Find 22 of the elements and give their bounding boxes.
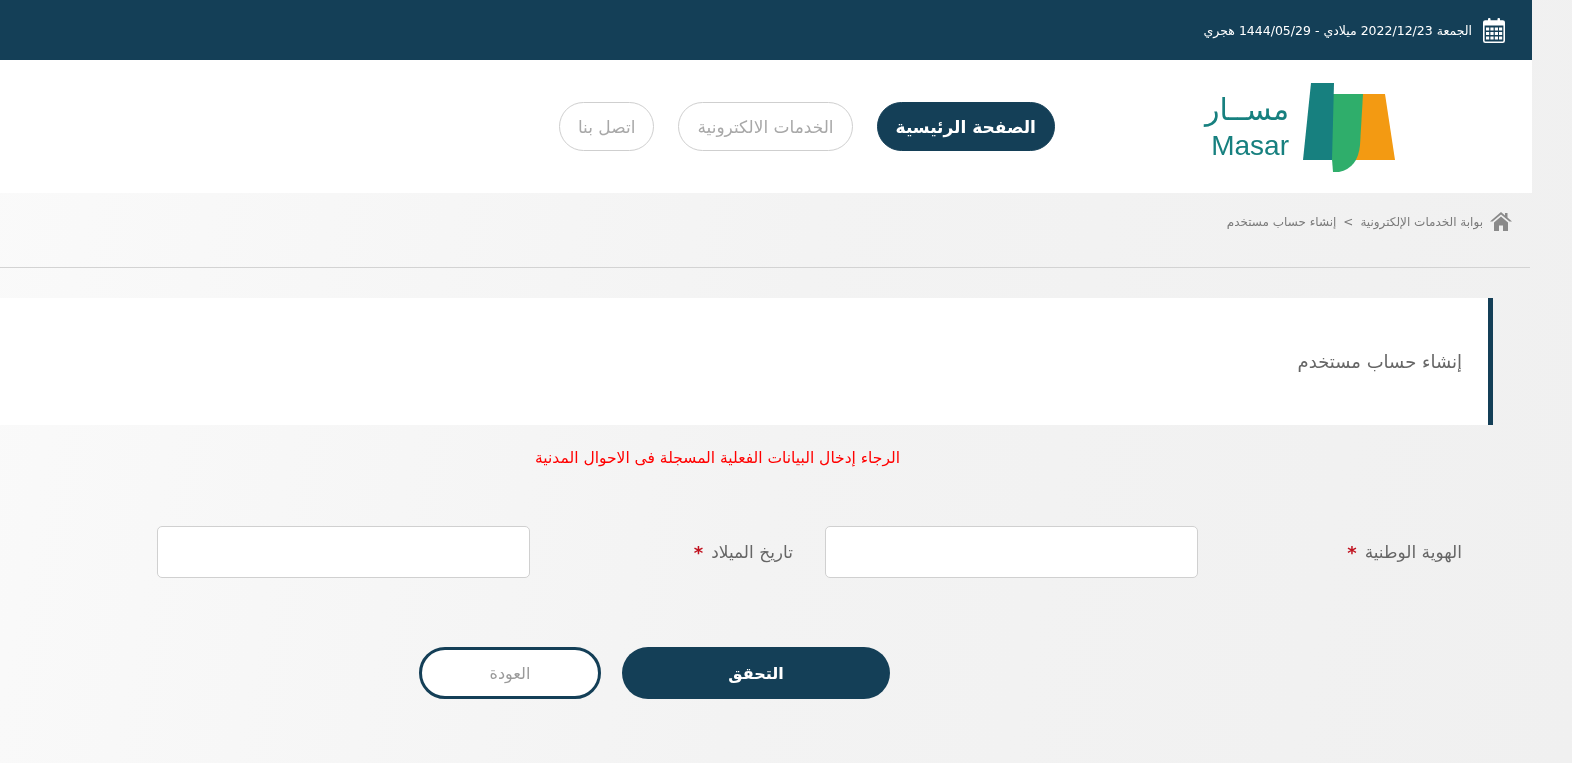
notice-text: الرجاء إدخال البيانات الفعلية المسجلة فى الاحوال المدنية (535, 449, 900, 467)
logo-latin-text: Masar (1211, 128, 1289, 163)
field-label: تاريخ الميلاد (711, 542, 793, 562)
page-title: إنشاء حساب مستخدم (1297, 351, 1462, 372)
logo-icon (1303, 82, 1395, 173)
home-icon[interactable] (1490, 212, 1512, 231)
input-field[interactable] (157, 526, 530, 578)
logo-arabic-text: مســار (1204, 90, 1289, 129)
calendar-icon (1483, 17, 1505, 43)
back-button[interactable]: العودة (419, 647, 601, 699)
input-field[interactable] (825, 526, 1198, 578)
breadcrumb-current: إنشاء حساب مستخدم (1226, 214, 1337, 229)
nav-tab[interactable]: الخدمات الالكترونية (678, 102, 853, 151)
nav-tab[interactable]: الصفحة الرئيسية (876, 102, 1055, 151)
required-mark: * (693, 541, 704, 563)
submit-button[interactable]: التحقق (622, 647, 890, 699)
breadcrumb-link[interactable]: بوابة الخدمات الإلكترونية (1360, 214, 1483, 229)
nav-tab[interactable]: اتصل بنا (558, 102, 655, 151)
date-text: الجمعة 2022/12/23 ميلادي - 1444/05/29 هجري (1203, 22, 1472, 38)
breadcrumb-separator: > (1343, 214, 1354, 229)
required-mark: * (1347, 541, 1357, 563)
field-label: الهوية الوطنية (1364, 542, 1462, 562)
